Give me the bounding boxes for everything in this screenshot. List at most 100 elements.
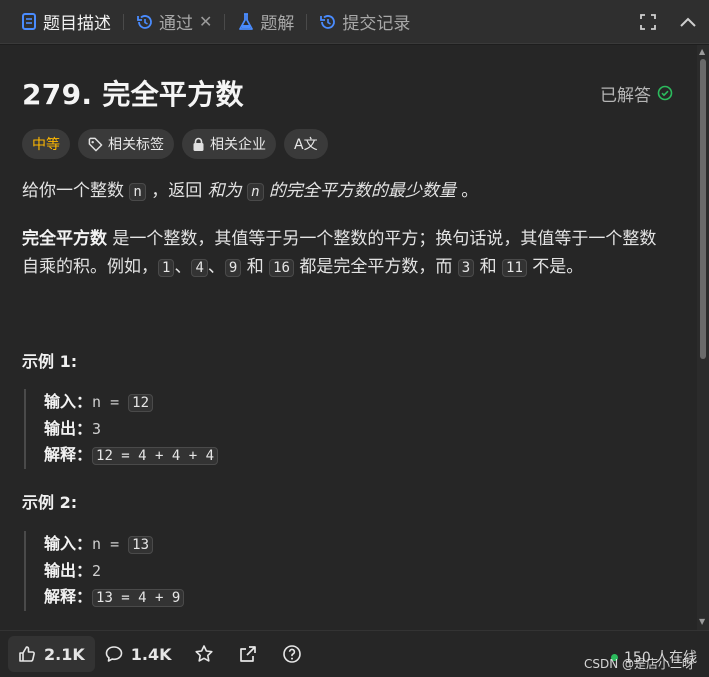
explain-label: 解释： xyxy=(44,445,93,464)
example-2-title: 示例 2: xyxy=(22,493,78,512)
tag-label: 相关标签 xyxy=(108,137,164,153)
example-1-title: 示例 1: xyxy=(22,352,78,371)
example-output-line: 输出：3 xyxy=(44,416,218,442)
inline-code: 11 xyxy=(502,259,527,277)
inline-code: 1 xyxy=(158,259,175,277)
input-label: 输入： xyxy=(44,392,93,411)
tab-description[interactable]: 题目描述 xyxy=(14,0,117,44)
tag-icon xyxy=(88,137,103,152)
output-value: 2 xyxy=(92,562,102,580)
chevron-up-icon[interactable] xyxy=(677,11,699,33)
tab-label: 题解 xyxy=(260,14,295,34)
related-companies-button[interactable]: 相关企业 xyxy=(182,129,276,159)
difficulty-badge[interactable]: 中等 xyxy=(22,129,70,159)
desc-text: 、 xyxy=(207,257,225,277)
document-icon xyxy=(20,13,38,31)
translate-button[interactable]: A文 xyxy=(284,129,328,159)
tab-separator xyxy=(306,13,308,30)
desc-emphasis: 和为 xyxy=(207,181,242,201)
input-value: 12 xyxy=(128,394,153,412)
inline-code: n xyxy=(129,183,146,201)
desc-text: 。 xyxy=(455,181,479,201)
desc-bold: 完全平方数 xyxy=(22,229,107,249)
tab-separator xyxy=(224,13,226,30)
check-circle-icon xyxy=(657,85,673,101)
tab-submissions[interactable]: 提交记录 xyxy=(313,0,416,44)
favorite-button[interactable] xyxy=(182,636,226,672)
csdn-watermark: CSDN @是店小二呀 xyxy=(584,657,695,671)
description-paragraph-2: 完全平方数 是一个整数，其值等于另一个整数的平方；换句话说，其值等于一个整数自乘… xyxy=(22,225,672,282)
inline-code: 4 xyxy=(191,259,208,277)
desc-text: 和 xyxy=(241,257,270,277)
difficulty-label: 中等 xyxy=(32,137,60,153)
explain-value: 12 = 4 + 4 + 4 xyxy=(92,447,219,465)
vertical-scrollbar[interactable]: ▲ ▼ xyxy=(697,45,709,630)
desc-text: 不是。 xyxy=(526,257,584,277)
desc-text: 给你一个整数 xyxy=(22,181,130,201)
explain-value: 13 = 4 + 9 xyxy=(92,589,185,607)
help-button[interactable] xyxy=(270,636,314,672)
tab-solutions[interactable]: 题解 xyxy=(231,0,300,44)
translate-icon: A文 xyxy=(294,137,318,153)
history-icon xyxy=(319,13,337,31)
tab-separator xyxy=(123,13,124,30)
fullscreen-icon[interactable] xyxy=(637,11,659,33)
thumbs-up-icon xyxy=(18,645,36,663)
flask-icon xyxy=(237,12,255,31)
tag-label: 相关企业 xyxy=(210,137,266,153)
lock-icon xyxy=(192,137,205,152)
example-explain-line: 解释： 12 = 4 + 4 + 4 xyxy=(44,442,219,469)
example-explain-line: 解释： 13 = 4 + 9 xyxy=(44,584,185,611)
inline-code: 9 xyxy=(224,259,242,277)
like-count: 2.1K xyxy=(44,644,85,664)
scroll-thumb[interactable] xyxy=(700,59,706,359)
output-label: 输出： xyxy=(44,419,93,438)
tab-label: 题目描述 xyxy=(43,14,111,34)
description-paragraph-1: 给你一个整数 n ，返回 和为 n 的完全平方数的最少数量 。 xyxy=(22,177,672,206)
inline-code: 16 xyxy=(269,259,294,277)
comments-button[interactable]: 1.4K xyxy=(95,636,182,672)
like-button[interactable]: 2.1K xyxy=(8,636,95,672)
title-row: 279. 完全平方数 已解答 xyxy=(22,73,673,113)
desc-text: ，返回 xyxy=(145,181,208,201)
star-icon xyxy=(194,645,213,662)
share-button[interactable] xyxy=(226,636,270,672)
tag-row: 中等 相关标签 相关企业 A文 xyxy=(22,129,328,159)
problem-description-panel: 279. 完全平方数 已解答 中等 相关标签 相关企业 A文 给你一个整数 n … xyxy=(0,45,697,630)
inline-code: n xyxy=(247,183,264,201)
solved-status: 已解答 xyxy=(600,81,673,106)
example-1-block: 输入：n = 12 输出：3 解释： 12 = 4 + 4 + 4 xyxy=(24,389,219,469)
tab-label: 通过 xyxy=(159,14,193,34)
example-output-line: 输出：2 xyxy=(44,558,184,584)
question-circle-icon xyxy=(282,645,301,663)
tab-accepted[interactable]: 通过 ✕ xyxy=(130,0,218,44)
input-label: 输入： xyxy=(44,534,93,553)
output-value: 3 xyxy=(92,420,102,438)
solved-label: 已解答 xyxy=(600,85,651,106)
comment-icon xyxy=(105,645,123,663)
desc-text: 和 xyxy=(474,257,503,277)
scroll-down-arrow-icon[interactable]: ▼ xyxy=(699,617,705,626)
tab-label: 提交记录 xyxy=(342,14,411,34)
input-expr: n = xyxy=(92,393,129,411)
inline-code: 3 xyxy=(457,259,475,277)
related-tags-button[interactable]: 相关标签 xyxy=(78,129,174,159)
desc-emphasis: 的完全平方数的最少数量 xyxy=(268,181,456,201)
explain-label: 解释： xyxy=(44,587,93,606)
tab-bar: 题目描述 通过 ✕ 题解 提交记录 xyxy=(0,0,709,44)
example-2-block: 输入：n = 13 输出：2 解释： 13 = 4 + 9 xyxy=(24,531,185,611)
comment-count: 1.4K xyxy=(130,644,172,664)
desc-text: 都是完全平方数，而 xyxy=(293,257,458,277)
bottom-action-bar: 2.1K 1.4K 150 人在线 CSDN @是店小二呀 xyxy=(0,630,709,677)
history-icon xyxy=(136,13,154,31)
page-title: 279. 完全平方数 xyxy=(22,78,244,111)
tabbar-actions xyxy=(637,11,709,33)
output-label: 输出： xyxy=(44,561,93,580)
external-link-icon xyxy=(239,646,256,662)
scroll-up-arrow-icon[interactable]: ▲ xyxy=(699,47,705,56)
desc-text: 、 xyxy=(174,257,192,277)
input-value: 13 xyxy=(128,536,153,554)
example-input-line: 输入：n = 12 xyxy=(44,389,218,416)
close-icon[interactable]: ✕ xyxy=(199,12,212,31)
example-input-line: 输入：n = 13 xyxy=(44,531,184,558)
